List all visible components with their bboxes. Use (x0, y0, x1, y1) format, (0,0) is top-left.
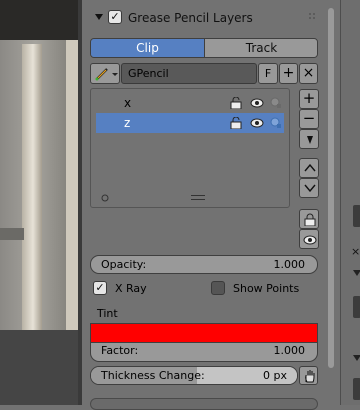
onion-skin-icon[interactable] (270, 117, 282, 129)
tint-label: Tint (97, 307, 118, 320)
arrow-down-icon (304, 184, 316, 192)
region-toggle-button[interactable] (353, 205, 360, 227)
layer-row-x[interactable]: x (96, 93, 284, 113)
next-panel-header[interactable] (90, 398, 318, 410)
unlink-datablock-button[interactable]: × (299, 63, 318, 84)
list-filter-icon[interactable] (101, 194, 109, 202)
remove-layer-button[interactable]: − (299, 109, 319, 129)
layer-row-z[interactable]: z (96, 113, 284, 133)
thickness-change-field[interactable]: Thickness Change: 0 px (90, 366, 298, 385)
brush-icon[interactable] (90, 63, 120, 84)
tab-track[interactable]: Track (205, 39, 317, 57)
thickness-label: Thickness Change: (101, 369, 205, 382)
apply-thickness-button[interactable] (299, 366, 318, 385)
lock-icon (304, 213, 316, 226)
new-datablock-button[interactable]: + (279, 63, 298, 84)
xray-label: X Ray (115, 282, 147, 295)
viewport-pillar-right (66, 40, 78, 330)
viewport-ground (0, 330, 78, 405)
factor-value: 1.000 (273, 344, 306, 357)
tab-clip[interactable]: Clip (91, 39, 204, 57)
grip-icon[interactable] (308, 12, 318, 22)
arrow-up-icon (304, 164, 316, 172)
tint-color-swatch[interactable] (90, 323, 318, 343)
move-layer-down-button[interactable] (299, 178, 319, 198)
layer-specials-button[interactable] (299, 129, 319, 149)
hand-icon (305, 370, 315, 383)
adjacent-region: × (340, 0, 360, 405)
opacity-slider[interactable]: Opacity: 1.000 (90, 255, 318, 274)
region-button[interactable] (353, 378, 360, 400)
scrollbar-thumb[interactable] (328, 8, 334, 368)
hide-others-button[interactable] (299, 229, 319, 249)
move-down-icon (307, 136, 313, 144)
eye-icon[interactable] (250, 98, 264, 108)
eye-icon (303, 235, 317, 245)
viewport-bench (0, 228, 24, 240)
resize-grip-icon[interactable] (191, 195, 205, 200)
chevron-down-icon[interactable] (353, 270, 360, 276)
clip-viewport[interactable] (0, 0, 78, 405)
layer-name: x (124, 96, 132, 110)
move-layer-up-button[interactable] (299, 158, 319, 178)
viewport-roof (0, 0, 78, 42)
datablock-row: GPencil F + × (90, 63, 318, 84)
chevron-down-icon[interactable] (95, 14, 103, 20)
eye-icon[interactable] (250, 118, 264, 128)
lock-icon[interactable] (230, 117, 242, 129)
fake-user-button[interactable]: F (258, 63, 278, 84)
close-icon[interactable]: × (351, 245, 360, 258)
panel-header[interactable]: ✓ Grease Pencil Layers (82, 4, 324, 32)
chevron-down-icon[interactable] (353, 355, 360, 361)
show-points-label: Show Points (233, 282, 300, 295)
lock-others-button[interactable] (299, 209, 319, 229)
datablock-name: GPencil (128, 67, 169, 80)
viewport-pillar (22, 44, 42, 334)
xray-checkbox[interactable]: ✓ (93, 281, 107, 295)
lock-icon[interactable] (230, 97, 242, 109)
layer-name: z (124, 116, 131, 130)
onion-skin-icon[interactable] (270, 97, 282, 109)
tint-factor-slider[interactable]: Factor: 1.000 (90, 343, 318, 362)
show-points-checkbox[interactable] (211, 281, 225, 295)
add-layer-button[interactable]: + (299, 89, 319, 109)
panel-enable-checkbox[interactable]: ✓ (108, 10, 122, 24)
source-tabs: Clip Track (90, 38, 318, 58)
layer-list[interactable]: x z (90, 88, 290, 208)
opacity-value: 1.000 (273, 258, 306, 271)
panel-title: Grease Pencil Layers (128, 11, 253, 25)
thickness-value: 0 px (263, 369, 287, 382)
region-button[interactable] (353, 296, 360, 318)
opacity-label: Opacity: (101, 258, 147, 271)
factor-label: Factor: (101, 344, 139, 357)
datablock-name-field[interactable]: GPencil (121, 63, 257, 84)
